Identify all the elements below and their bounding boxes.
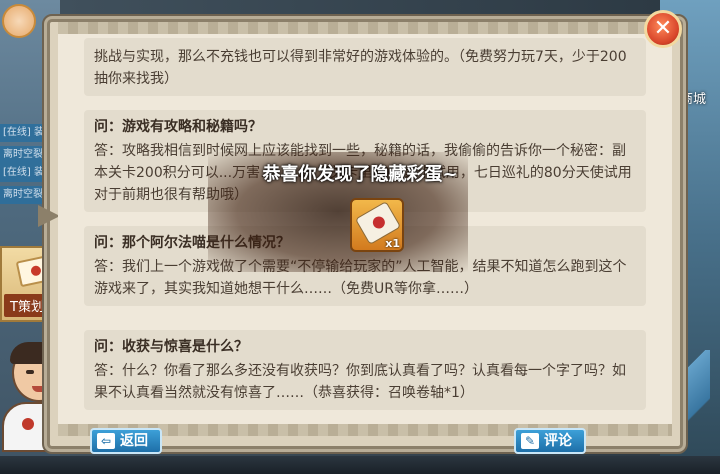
popup-title: 恭喜你发现了隐藏彩蛋~ xyxy=(262,164,458,185)
faq-answer: 答：什么？你看了那么多还没有收获吗？你到底认真看了吗？认真看每一个字了吗？如果不… xyxy=(94,363,626,401)
edit-icon: ✎ xyxy=(521,433,539,449)
side-tag[interactable]: 离时空裂 xyxy=(0,186,46,204)
faq-answer: 挑战与实现，那么不充钱也可以得到非常好的游戏体验的。（免费努力玩7天，少于200… xyxy=(94,49,627,87)
comment-button-label: 评论 xyxy=(544,433,572,449)
npc-eye xyxy=(26,370,34,374)
panel-border-top xyxy=(58,22,672,34)
back-arrow-icon: ⇦ xyxy=(97,433,115,449)
faq-item: 问：收获与惊喜是什么？ 答：什么？你看了那么多还没有收获吗？你到底认真看了吗？认… xyxy=(84,330,646,410)
side-tag[interactable]: [在线] 装 xyxy=(0,124,46,142)
back-button-label: 返回 xyxy=(120,433,148,449)
faq-question: 问：游戏有攻略和秘籍吗？ xyxy=(94,119,262,135)
reward-count: x1 xyxy=(385,237,400,250)
npc-badge-icon xyxy=(22,418,34,430)
player-avatar-icon[interactable] xyxy=(2,4,36,38)
bottom-nav-bar xyxy=(0,456,720,474)
close-button[interactable]: ✕ xyxy=(644,10,682,48)
reward-item[interactable]: x1 xyxy=(350,198,404,252)
back-button[interactable]: ⇦ 返回 xyxy=(90,428,162,454)
faq-item: 挑战与实现，那么不充钱也可以得到非常好的游戏体验的。（免费努力玩7天，少于200… xyxy=(84,38,646,96)
faq-question: 问：收获与惊喜是什么？ xyxy=(94,339,248,355)
comment-button[interactable]: ✎ 评论 xyxy=(514,428,586,454)
